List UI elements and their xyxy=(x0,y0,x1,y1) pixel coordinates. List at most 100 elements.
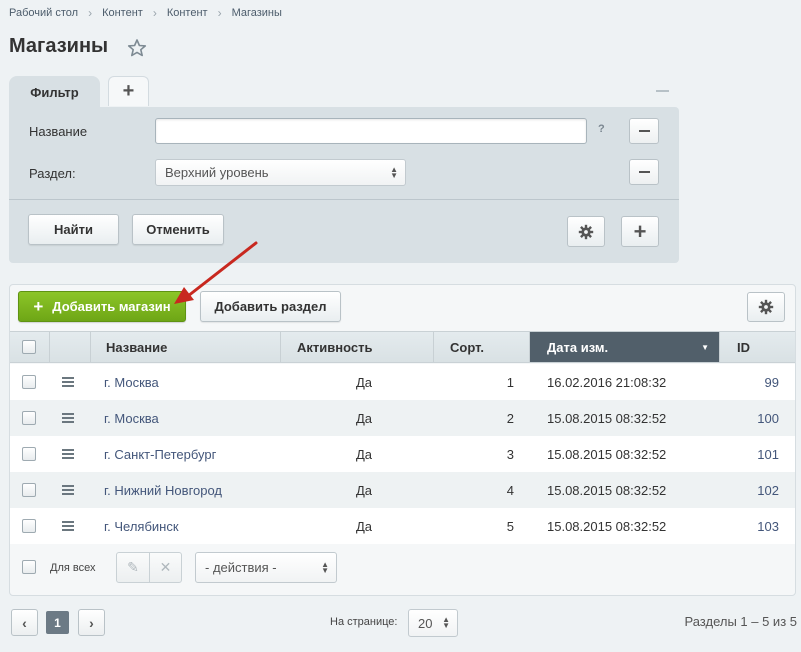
plus-icon: + xyxy=(33,296,44,316)
select-all-checkbox[interactable] xyxy=(22,340,36,354)
prev-page-button[interactable]: ‹ xyxy=(11,609,38,636)
row-checkbox[interactable] xyxy=(22,411,36,425)
drag-handle-icon[interactable] xyxy=(62,485,74,495)
minus-icon xyxy=(638,171,650,173)
row-sort: 3 xyxy=(506,446,514,462)
row-name-link[interactable]: г. Нижний Новгород xyxy=(104,472,222,508)
table-row[interactable]: г. Санкт-Петербург Да 3 15.08.2015 08:32… xyxy=(10,436,795,472)
drag-handle-icon[interactable] xyxy=(62,377,74,387)
row-checkbox[interactable] xyxy=(22,483,36,497)
next-page-button[interactable]: › xyxy=(78,609,105,636)
name-filter-input[interactable] xyxy=(155,118,587,144)
name-field-label: Название xyxy=(29,124,88,139)
table-row[interactable]: г. Москва Да 1 16.02.2016 21:08:32 99 xyxy=(10,364,795,400)
row-sort: 4 xyxy=(506,482,514,498)
for-all-checkbox[interactable] xyxy=(22,560,36,574)
row-name-link[interactable]: г. Челябинск xyxy=(104,508,179,544)
breadcrumb-separator-icon: › xyxy=(88,6,93,20)
breadcrumb: Рабочий стол › Контент › Контент › Магаз… xyxy=(9,6,282,20)
section-field-label: Раздел: xyxy=(29,166,76,181)
breadcrumb-item-content[interactable]: Контент xyxy=(102,7,143,19)
row-checkbox[interactable] xyxy=(22,375,36,389)
row-sort: 1 xyxy=(506,374,514,390)
per-page-label: На странице: xyxy=(330,616,398,628)
cancel-button[interactable]: Отменить xyxy=(132,214,224,245)
row-id[interactable]: 99 xyxy=(719,364,779,400)
row-sort: 5 xyxy=(506,518,514,534)
actions-select-value: - действия - xyxy=(205,560,277,575)
row-name-link[interactable]: г. Санкт-Петербург xyxy=(104,436,216,472)
star-icon[interactable] xyxy=(127,38,147,58)
current-page[interactable]: 1 xyxy=(46,611,69,634)
table-row[interactable]: г. Челябинск Да 5 15.08.2015 08:32:52 10… xyxy=(10,508,795,544)
column-header-date-label: Дата изм. xyxy=(547,339,609,355)
actions-select[interactable]: - действия - ▲ ▼ xyxy=(195,552,337,583)
chevron-left-icon: ‹ xyxy=(22,614,27,631)
row-checkbox[interactable] xyxy=(22,519,36,533)
add-store-button-label: Добавить магазин xyxy=(52,299,171,314)
table-row[interactable]: г. Москва Да 2 15.08.2015 08:32:52 100 xyxy=(10,400,795,436)
per-page-value: 20 xyxy=(418,615,433,631)
grid-settings-button[interactable] xyxy=(747,292,785,322)
row-id[interactable]: 101 xyxy=(719,436,779,472)
total-count: Разделы 1 – 5 из 5 xyxy=(684,614,797,629)
filter-settings-button[interactable] xyxy=(567,216,605,247)
row-active: Да xyxy=(356,410,373,426)
row-name-link[interactable]: г. Москва xyxy=(104,400,159,436)
collapse-filter-icon[interactable] xyxy=(656,90,669,92)
row-active: Да xyxy=(356,518,373,534)
row-name-link[interactable]: г. Москва xyxy=(104,364,159,400)
row-id[interactable]: 102 xyxy=(719,472,779,508)
column-header-sort[interactable]: Сорт. xyxy=(433,332,529,362)
row-date: 16.02.2016 21:08:32 xyxy=(547,374,667,390)
breadcrumb-item-stores[interactable]: Магазины xyxy=(232,7,282,19)
per-page-select[interactable]: 20 ▲ ▼ xyxy=(408,609,458,637)
row-date: 15.08.2015 08:32:52 xyxy=(547,518,667,534)
breadcrumb-separator-icon: › xyxy=(217,6,222,20)
column-header-date[interactable]: Дата изм. ▼ xyxy=(529,332,719,362)
add-filter-field-button[interactable]: + xyxy=(621,216,659,247)
select-arrows-icon: ▲ ▼ xyxy=(442,615,450,630)
row-active: Да xyxy=(356,374,373,390)
tab-filter[interactable]: Фильтр xyxy=(9,76,100,108)
remove-name-filter-button[interactable] xyxy=(629,118,659,144)
add-store-button[interactable]: + Добавить магазин xyxy=(18,291,186,322)
find-button[interactable]: Найти xyxy=(28,214,119,245)
chevron-right-icon: › xyxy=(89,614,94,631)
table-header: Название Активность Сорт. Дата изм. ▼ ID xyxy=(10,331,795,363)
column-header-active[interactable]: Активность xyxy=(280,332,433,362)
row-checkbox[interactable] xyxy=(22,447,36,461)
row-active: Да xyxy=(356,482,373,498)
column-header-id[interactable]: ID xyxy=(719,332,795,362)
plus-icon: + xyxy=(633,218,647,244)
edit-pencil-icon[interactable]: ✎ xyxy=(117,553,149,582)
plus-icon: + xyxy=(122,80,135,102)
section-select[interactable]: Верхний уровень ▲ ▼ xyxy=(155,159,406,186)
minus-icon xyxy=(638,130,650,132)
select-arrows-icon: ▲ ▼ xyxy=(390,164,398,180)
filter-divider xyxy=(9,199,679,200)
row-date: 15.08.2015 08:32:52 xyxy=(547,482,667,498)
gear-icon xyxy=(758,299,774,315)
row-sort: 2 xyxy=(506,410,514,426)
delete-x-icon[interactable]: ✕ xyxy=(148,553,181,582)
row-id[interactable]: 103 xyxy=(719,508,779,544)
table-row[interactable]: г. Нижний Новгород Да 4 15.08.2015 08:32… xyxy=(10,472,795,508)
drag-handle-icon[interactable] xyxy=(62,413,74,423)
sort-desc-icon: ▼ xyxy=(701,342,709,352)
remove-section-filter-button[interactable] xyxy=(629,159,659,185)
drag-handle-icon[interactable] xyxy=(62,449,74,459)
breadcrumb-item-content-2[interactable]: Контент xyxy=(167,7,208,19)
add-filter-tab-button[interactable]: + xyxy=(108,76,149,106)
row-active: Да xyxy=(356,446,373,462)
section-select-value: Верхний уровень xyxy=(165,165,269,180)
select-arrows-icon: ▲ ▼ xyxy=(321,559,329,575)
page-title: Магазины xyxy=(9,35,109,57)
row-id[interactable]: 100 xyxy=(719,400,779,436)
breadcrumb-item-desktop[interactable]: Рабочий стол xyxy=(9,7,78,19)
column-header-name[interactable]: Название xyxy=(90,332,280,362)
drag-handle-icon[interactable] xyxy=(62,521,74,531)
help-icon[interactable]: ? xyxy=(598,123,605,135)
for-all-label: Для всех xyxy=(50,562,96,574)
add-section-button[interactable]: Добавить раздел xyxy=(200,291,341,322)
